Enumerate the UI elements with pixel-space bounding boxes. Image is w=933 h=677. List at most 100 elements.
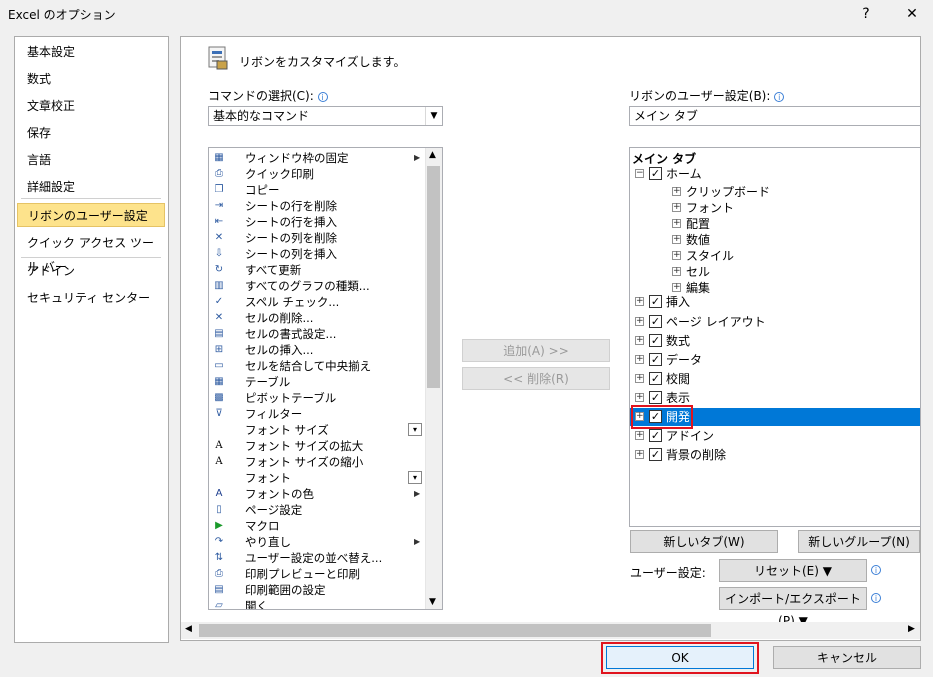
command-item[interactable]: ✕ セルの削除...	[209, 310, 426, 326]
command-item[interactable]: ▦ テーブル	[209, 374, 426, 390]
commands-scrollbar[interactable]: ▲ ▼	[425, 148, 442, 609]
expand-icon[interactable]: +	[635, 374, 644, 383]
close-button[interactable]: ✕	[898, 2, 926, 26]
command-item[interactable]: フォント サイズ ▾	[209, 422, 426, 438]
checkbox[interactable]: ✓	[649, 334, 662, 347]
command-item[interactable]: ⇤ シートの行を挿入	[209, 214, 426, 230]
print-preview-icon: ⎙	[215, 568, 223, 579]
expand-icon[interactable]: +	[672, 283, 681, 292]
ribbon-tab-item[interactable]: + ✓ ページ レイアウト	[630, 313, 920, 331]
expand-icon[interactable]: +	[635, 450, 644, 459]
expand-icon[interactable]: +	[672, 251, 681, 260]
command-item[interactable]: A フォント サイズの縮小	[209, 454, 426, 470]
checkbox[interactable]: ✓	[649, 295, 662, 308]
nav-item-trust-center[interactable]: セキュリティ センター	[15, 286, 166, 310]
commands-listbox[interactable]: ▦ ウィンドウ枠の固定 ▶ ⎙ クイック印刷 ❐ コピー ⇥ シートの行を削除 ⇤ シートの行を挿入…	[208, 147, 443, 610]
command-item[interactable]: ▥ すべてのグラフの種類...	[209, 278, 426, 294]
tree-item-label: ページ レイアウト	[666, 315, 766, 329]
scroll-up-icon[interactable]: ▲	[429, 150, 436, 160]
checkbox[interactable]: ✓	[649, 315, 662, 328]
new-tab-button[interactable]: 新しいタブ(W)	[630, 530, 778, 553]
collapse-icon[interactable]: −	[635, 169, 644, 178]
expand-icon[interactable]: +	[635, 317, 644, 326]
expand-icon[interactable]: +	[672, 267, 681, 276]
nav-item-formulas[interactable]: 数式	[15, 67, 166, 91]
command-item[interactable]: ✓ スペル チェック...	[209, 294, 426, 310]
command-item[interactable]: ↷ やり直し ▶	[209, 534, 426, 550]
command-item[interactable]: ▯ ページ設定	[209, 502, 426, 518]
command-item[interactable]: ▭ セルを結合して中央揃え	[209, 358, 426, 374]
expand-icon[interactable]: +	[672, 203, 681, 212]
new-group-button[interactable]: 新しいグループ(N)	[798, 530, 920, 553]
scroll-down-icon[interactable]: ▼	[429, 597, 436, 607]
panel-hscrollbar[interactable]: ◀ ▶	[181, 622, 920, 639]
import-export-button[interactable]: インポート/エクスポート(P) ▼	[719, 587, 867, 628]
scroll-right-icon[interactable]: ▶	[908, 624, 915, 634]
cancel-button[interactable]: キャンセル	[773, 646, 921, 669]
nav-item-customize-ribbon[interactable]: リボンのユーザー設定	[17, 203, 165, 227]
checkbox[interactable]: ✓	[649, 391, 662, 404]
commands-dropdown[interactable]: 基本的なコマンド ▼	[208, 106, 443, 126]
ribbon-dropdown[interactable]: メイン タブ	[629, 106, 921, 126]
expand-icon[interactable]: +	[635, 336, 644, 345]
expand-icon[interactable]: +	[672, 235, 681, 244]
nav-item-general[interactable]: 基本設定	[15, 40, 166, 64]
ribbon-tab-item[interactable]: + ✓ アドイン	[630, 427, 920, 445]
expand-icon[interactable]: +	[635, 297, 644, 306]
ok-button[interactable]: OK	[606, 646, 754, 669]
remove-button[interactable]: << 削除(R)	[462, 367, 610, 390]
command-item[interactable]: ▤ 印刷範囲の設定	[209, 582, 426, 598]
ribbon-tab-item[interactable]: − ✓ ホーム	[630, 165, 920, 183]
reset-button[interactable]: リセット(E) ▼	[719, 559, 867, 582]
command-item[interactable]: ⎙ 印刷プレビューと印刷	[209, 566, 426, 582]
ribbon-tab-item[interactable]: + ✓ 背景の削除	[630, 446, 920, 464]
command-item[interactable]: ↻ すべて更新	[209, 262, 426, 278]
nav-item-advanced[interactable]: 詳細設定	[15, 175, 166, 199]
add-button[interactable]: 追加(A) >>	[462, 339, 610, 362]
command-item[interactable]: ▶ マクロ	[209, 518, 426, 534]
command-item[interactable]: A フォント サイズの拡大	[209, 438, 426, 454]
scroll-left-icon[interactable]: ◀	[185, 624, 192, 634]
expand-icon[interactable]: +	[635, 355, 644, 364]
checkbox[interactable]: ✓	[649, 448, 662, 461]
hscrollbar-thumb[interactable]	[199, 624, 711, 637]
nav-item-quick-access-toolbar[interactable]: クイック アクセス ツール バー	[15, 231, 166, 274]
command-item[interactable]: ⇅ ユーザー設定の並べ替え...	[209, 550, 426, 566]
command-item[interactable]: ▱ 開く	[209, 598, 426, 609]
chevron-down-icon[interactable]: ▼	[425, 107, 442, 125]
command-item[interactable]: ❐ コピー	[209, 182, 426, 198]
nav-item-save[interactable]: 保存	[15, 121, 166, 145]
command-item[interactable]: フォント ▾	[209, 470, 426, 486]
command-item[interactable]: ⊽ フィルター	[209, 406, 426, 422]
checkbox[interactable]: ✓	[649, 167, 662, 180]
command-item[interactable]: ▩ ピボットテーブル	[209, 390, 426, 406]
command-item[interactable]: ⇥ シートの行を削除	[209, 198, 426, 214]
page-setup-icon: ▯	[216, 504, 222, 515]
checkbox[interactable]: ✓	[649, 372, 662, 385]
nav-item-addins[interactable]: アドイン	[15, 259, 166, 283]
ribbon-tree[interactable]: メイン タブ − ✓ ホーム + クリップボード + フォント + 配置 + 数値 + スタイル + セル +…	[629, 147, 921, 527]
command-item[interactable]: ⎙ クイック印刷	[209, 166, 426, 182]
expand-icon[interactable]: +	[672, 219, 681, 228]
expand-icon[interactable]: +	[635, 431, 644, 440]
command-item[interactable]: ▤ セルの書式設定...	[209, 326, 426, 342]
checkbox[interactable]: ✓	[649, 429, 662, 442]
checkbox[interactable]: ✓	[649, 353, 662, 366]
tree-item-label: データ	[666, 353, 703, 367]
command-item[interactable]: ⇩ シートの列を挿入	[209, 246, 426, 262]
expand-icon[interactable]: +	[672, 187, 681, 196]
scrollbar-thumb[interactable]	[427, 166, 440, 388]
expand-icon[interactable]: +	[635, 393, 644, 402]
command-item[interactable]: ⊞ セルの挿入...	[209, 342, 426, 358]
nav-item-language[interactable]: 言語	[15, 148, 166, 172]
help-button[interactable]: ?	[852, 2, 880, 26]
nav-item-proofing[interactable]: 文章校正	[15, 94, 166, 118]
command-item[interactable]: A フォントの色 ▶	[209, 486, 426, 502]
ribbon-tab-item[interactable]: + ✓ 数式	[630, 332, 920, 350]
command-item[interactable]: ▦ ウィンドウ枠の固定 ▶	[209, 150, 426, 166]
command-item[interactable]: ✕ シートの列を削除	[209, 230, 426, 246]
ribbon-tab-item[interactable]: + ✓ 校閲	[630, 370, 920, 388]
ribbon-tab-item[interactable]: + ✓ 挿入	[630, 293, 920, 311]
customize-ribbon-panel: リボンをカスタマイズします。 コマンドの選択(C): i 基本的なコマンド ▼ …	[180, 36, 921, 641]
ribbon-tab-item[interactable]: + ✓ データ	[630, 351, 920, 369]
